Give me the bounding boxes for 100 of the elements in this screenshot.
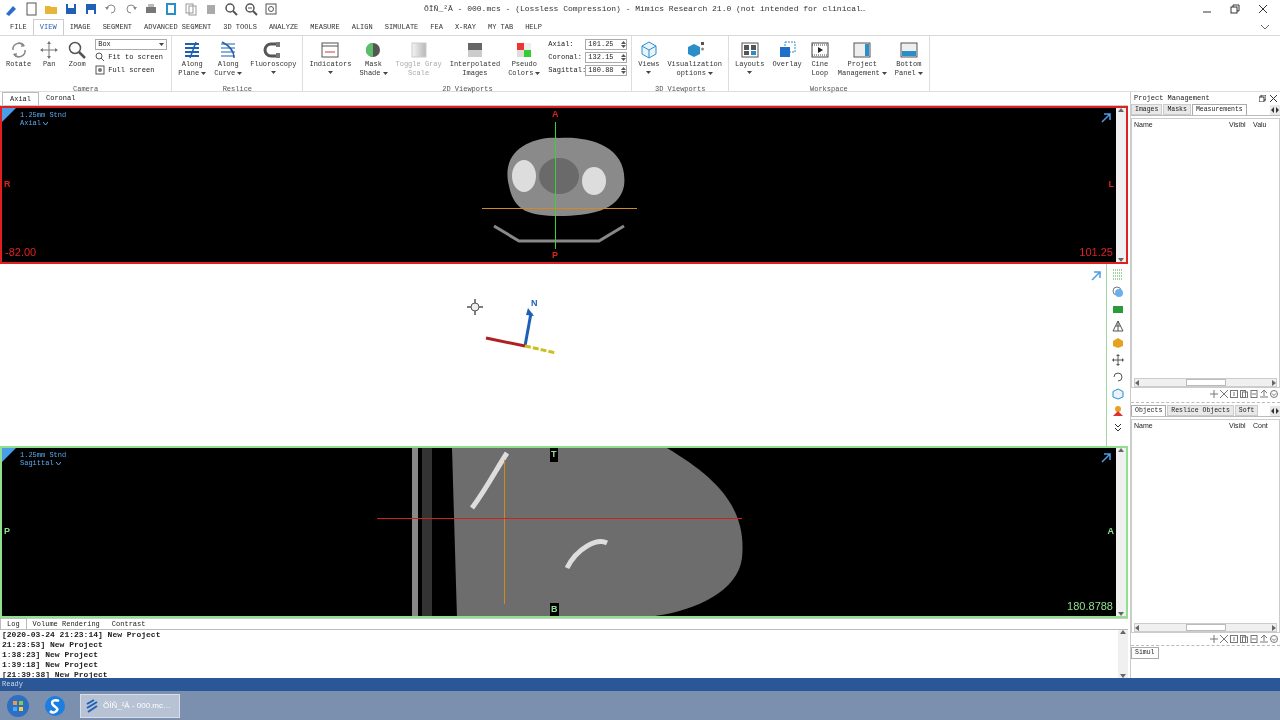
vertical-scrollbar[interactable] [1118, 630, 1128, 678]
film-play-icon [809, 40, 830, 60]
scroll-up-icon [1118, 448, 1124, 452]
orientation-label: R [4, 178, 11, 192]
log-entry: [2020-03-24 21:23:14] New Project [2, 630, 162, 640]
orientation-label: B [550, 602, 559, 616]
scroll-left-icon [1135, 379, 1139, 386]
move-cursor-icon [466, 298, 484, 316]
document-icon[interactable] [1250, 635, 1258, 643]
orientation-label: P [4, 525, 10, 539]
document-icon[interactable] [1250, 390, 1258, 398]
spin-arrows-icon [621, 66, 627, 75]
add-icon[interactable] [1210, 635, 1218, 643]
float-icon[interactable] [1259, 94, 1266, 102]
new-file-icon[interactable] [24, 2, 38, 16]
delete-icon[interactable] [1220, 635, 1228, 643]
cube-icon[interactable] [1111, 388, 1124, 400]
scroll-right-icon [1272, 379, 1276, 386]
search-icon [67, 40, 88, 60]
log-entry: 1:38:23] New Project [2, 650, 99, 660]
scroll-up-icon [1118, 108, 1124, 112]
options-circle-icon[interactable] [1270, 635, 1278, 643]
indicator-window-icon [320, 40, 341, 60]
upload-icon[interactable] [1260, 635, 1268, 643]
caret-icon [917, 72, 923, 75]
log-entry: 1:39:18] New Project [2, 660, 99, 670]
move-arrows-icon[interactable] [1111, 354, 1124, 366]
scroll-up-icon [1120, 630, 1126, 634]
copy-icon[interactable] [1240, 635, 1248, 643]
start-button-icon[interactable] [6, 693, 30, 718]
triangle-mesh-icon[interactable] [1111, 320, 1124, 332]
fullscreen-icon [95, 64, 106, 75]
collapse-ribbon-icon[interactable] [1260, 24, 1270, 30]
log-entry: 21:23:53] New Project [2, 640, 104, 650]
corner-triangle-icon[interactable] [2, 448, 16, 462]
tab-scroll-icon[interactable] [1270, 406, 1280, 416]
caret-icon [747, 71, 753, 74]
add-icon[interactable] [1210, 390, 1218, 398]
spin-arrows-icon [621, 53, 627, 62]
box-icon[interactable] [1111, 303, 1124, 315]
bottom-panel-icon [898, 40, 919, 60]
caret-icon [159, 43, 165, 46]
zoom-in-icon[interactable] [224, 2, 238, 16]
caret-icon [382, 72, 388, 75]
undo-icon[interactable] [104, 2, 118, 16]
close-icon[interactable] [1258, 4, 1268, 14]
overlay-squares-icon [777, 40, 798, 60]
vertical-scrollbar[interactable] [1116, 448, 1126, 616]
overlapping-circles-icon[interactable] [1111, 286, 1124, 298]
horizontal-scrollbar[interactable] [1134, 378, 1277, 387]
maximize-arrow-icon[interactable] [1100, 112, 1112, 124]
caret-icon [881, 72, 887, 75]
orientation-label: L [1108, 178, 1114, 192]
orientation-label: A [1107, 525, 1114, 539]
slice-position-value: 101.25 [1079, 244, 1113, 260]
caret-icon [201, 72, 207, 75]
restore-icon[interactable] [1230, 4, 1240, 14]
info-icon[interactable] [1230, 635, 1238, 643]
upload-icon[interactable] [1260, 390, 1268, 398]
caret-icon [270, 71, 276, 74]
redo-icon[interactable] [124, 2, 138, 16]
rotate-icon[interactable] [1111, 371, 1124, 383]
colored-shapes-icon[interactable] [1111, 405, 1124, 417]
corner-triangle-icon[interactable] [2, 108, 16, 122]
scroll-down-icon [1118, 258, 1124, 262]
options-circle-icon[interactable] [1270, 390, 1278, 398]
orientation-label: T [550, 448, 558, 462]
caret-icon [707, 72, 713, 75]
caret-icon [646, 71, 652, 74]
layout-grid-icon [739, 40, 760, 60]
close-icon[interactable] [1270, 94, 1277, 102]
zoom-out-icon[interactable] [244, 2, 258, 16]
log-entry: [21:39:38] New Project [2, 670, 109, 678]
print-icon[interactable] [144, 2, 158, 16]
caret-icon [237, 72, 243, 75]
cube-icon [638, 40, 659, 60]
save-icon[interactable] [64, 2, 78, 16]
delete-icon[interactable] [1220, 390, 1228, 398]
caret-icon [327, 71, 333, 74]
axis-label: N [531, 297, 538, 310]
search-icon [95, 52, 106, 63]
save-as-icon[interactable] [84, 2, 98, 16]
scroll-down-icon [1118, 612, 1124, 616]
scroll-right-icon [1272, 624, 1276, 631]
grid-dots-icon[interactable] [1111, 269, 1124, 281]
caret-icon [535, 72, 541, 75]
spin-arrows-icon [621, 40, 627, 49]
s-logo-icon[interactable] [44, 694, 66, 717]
zoom-fit-icon[interactable] [264, 2, 278, 16]
vertical-scrollbar[interactable] [1116, 108, 1126, 262]
move-arrows-icon [39, 40, 60, 60]
chevron-down-icon [55, 461, 61, 465]
tab-scroll-icon[interactable] [1270, 105, 1280, 115]
slice-position-value: -82.00 [5, 244, 37, 260]
maximize-arrow-icon[interactable] [1100, 452, 1112, 464]
copy-icon[interactable] [1240, 390, 1248, 398]
window-title: ÕÎÑ_²Â - 000.mcs - (Lossless Compression) - Mimics Research 21.0 (not intended for clinical… [424, 3, 866, 15]
info-icon[interactable] [1230, 390, 1238, 398]
horizontal-scrollbar[interactable] [1134, 623, 1277, 632]
gradient-square-icon [408, 40, 429, 60]
